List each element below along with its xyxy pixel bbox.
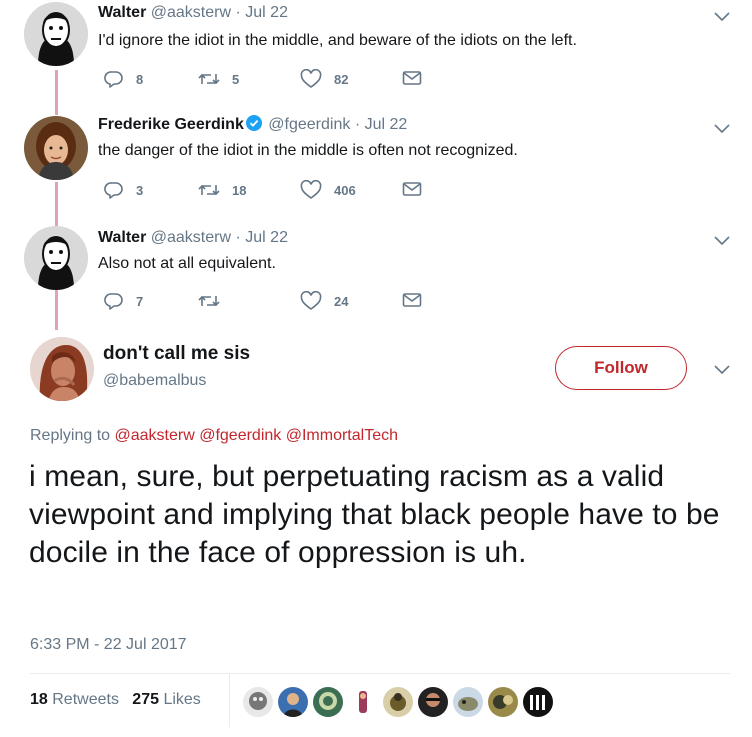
tweet-text: i mean, sure, but perpetuating racism as… [29,460,720,569]
divider [229,673,230,727]
liker-avatar[interactable] [418,687,448,717]
replying-prefix: Replying to [30,427,111,444]
retweets-label: Retweets [52,691,119,708]
likes-stat[interactable]: 275 Likes [132,691,201,708]
main-tweet: don't call me sis @babemalbus Follow Rep… [0,0,752,737]
mention-link[interactable]: @ImmortalTech [286,427,398,444]
author-name[interactable]: don't call me sis [103,342,250,366]
liker-avatar[interactable] [383,687,413,717]
liker-avatar[interactable] [278,687,308,717]
liker-avatar[interactable] [453,687,483,717]
liker-avatar[interactable] [488,687,518,717]
follow-button[interactable]: Follow [555,346,687,390]
divider [30,673,730,674]
likes-count: 275 [132,691,159,708]
liker-avatar[interactable] [313,687,343,717]
likes-label: Likes [163,691,201,708]
replying-to: Replying to @aaksterw @fgeerdink @Immort… [30,426,398,446]
chevron-down-icon[interactable] [712,362,732,376]
avatar-babemalbus[interactable] [30,337,94,401]
tweet-timestamp[interactable]: 6:33 PM - 22 Jul 2017 [30,635,187,655]
liker-avatar[interactable] [523,687,553,717]
liker-avatar[interactable] [243,687,273,717]
retweets-stat[interactable]: 18 Retweets [30,691,119,708]
mention-link[interactable]: @fgeerdink [199,427,281,444]
author-handle[interactable]: @babemalbus [103,371,206,391]
liker-avatars [243,687,558,717]
tweet-stats: 18 Retweets 275 Likes [30,690,201,710]
liker-avatar[interactable] [348,687,378,717]
mention-link[interactable]: @aaksterw [115,427,195,444]
retweets-count: 18 [30,691,48,708]
